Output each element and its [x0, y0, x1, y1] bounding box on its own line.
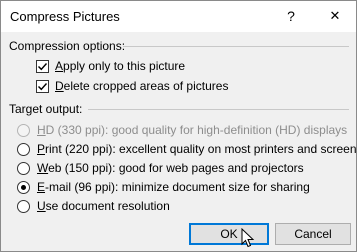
mouse-pointer-icon — [241, 228, 255, 248]
help-button[interactable]: ? — [279, 4, 303, 28]
radio-circle[interactable] — [17, 161, 30, 175]
radio-circle[interactable] — [17, 199, 30, 213]
radio-circle[interactable] — [17, 123, 30, 137]
title-bar: Compress Pictures ? ✕ — [1, 1, 356, 32]
check-mark-icon — [38, 62, 48, 70]
delete-cropped-label: Delete cropped areas of pictures — [55, 79, 229, 93]
compression-options-label: Compression options: — [9, 39, 126, 53]
radio-use-document-resolution[interactable]: Use document resolution — [17, 198, 170, 214]
hd-option-label: HD (330 ppi): good quality for high-defi… — [37, 123, 348, 137]
radio-web-150[interactable]: Web (150 ppi): good for web pages and pr… — [17, 160, 304, 176]
check-mark-icon — [38, 82, 48, 90]
web-option-label: Web (150 ppi): good for web pages and pr… — [37, 161, 304, 175]
target-output-label: Target output: — [9, 102, 83, 116]
close-button[interactable]: ✕ — [323, 4, 347, 28]
ok-button[interactable]: OK — [189, 223, 269, 245]
divider — [123, 46, 349, 47]
use-document-label: Use document resolution — [37, 199, 170, 213]
checkbox-box[interactable] — [36, 79, 49, 93]
apply-only-this-picture-checkbox[interactable]: Apply only to this picture — [36, 58, 185, 74]
email-option-label: E-mail (96 ppi): minimize document size … — [37, 180, 310, 194]
compress-pictures-dialog: Compress Pictures ? ✕ Compression option… — [0, 0, 357, 252]
dialog-title: Compress Pictures — [10, 9, 120, 24]
radio-circle[interactable] — [17, 142, 30, 156]
cancel-button[interactable]: Cancel — [275, 223, 351, 245]
apply-only-label: Apply only to this picture — [55, 59, 186, 73]
radio-email-96[interactable]: E-mail (96 ppi): minimize document size … — [17, 179, 310, 195]
divider — [88, 109, 349, 110]
delete-cropped-areas-checkbox[interactable]: Delete cropped areas of pictures — [36, 78, 228, 94]
print-option-label: Print (220 ppi): excellent quality on mo… — [37, 142, 357, 156]
radio-print-220[interactable]: Print (220 ppi): excellent quality on mo… — [17, 141, 357, 157]
checkbox-box[interactable] — [36, 59, 49, 73]
radio-hd-330[interactable]: HD (330 ppi): good quality for high-defi… — [17, 122, 347, 138]
radio-circle[interactable] — [17, 180, 30, 194]
